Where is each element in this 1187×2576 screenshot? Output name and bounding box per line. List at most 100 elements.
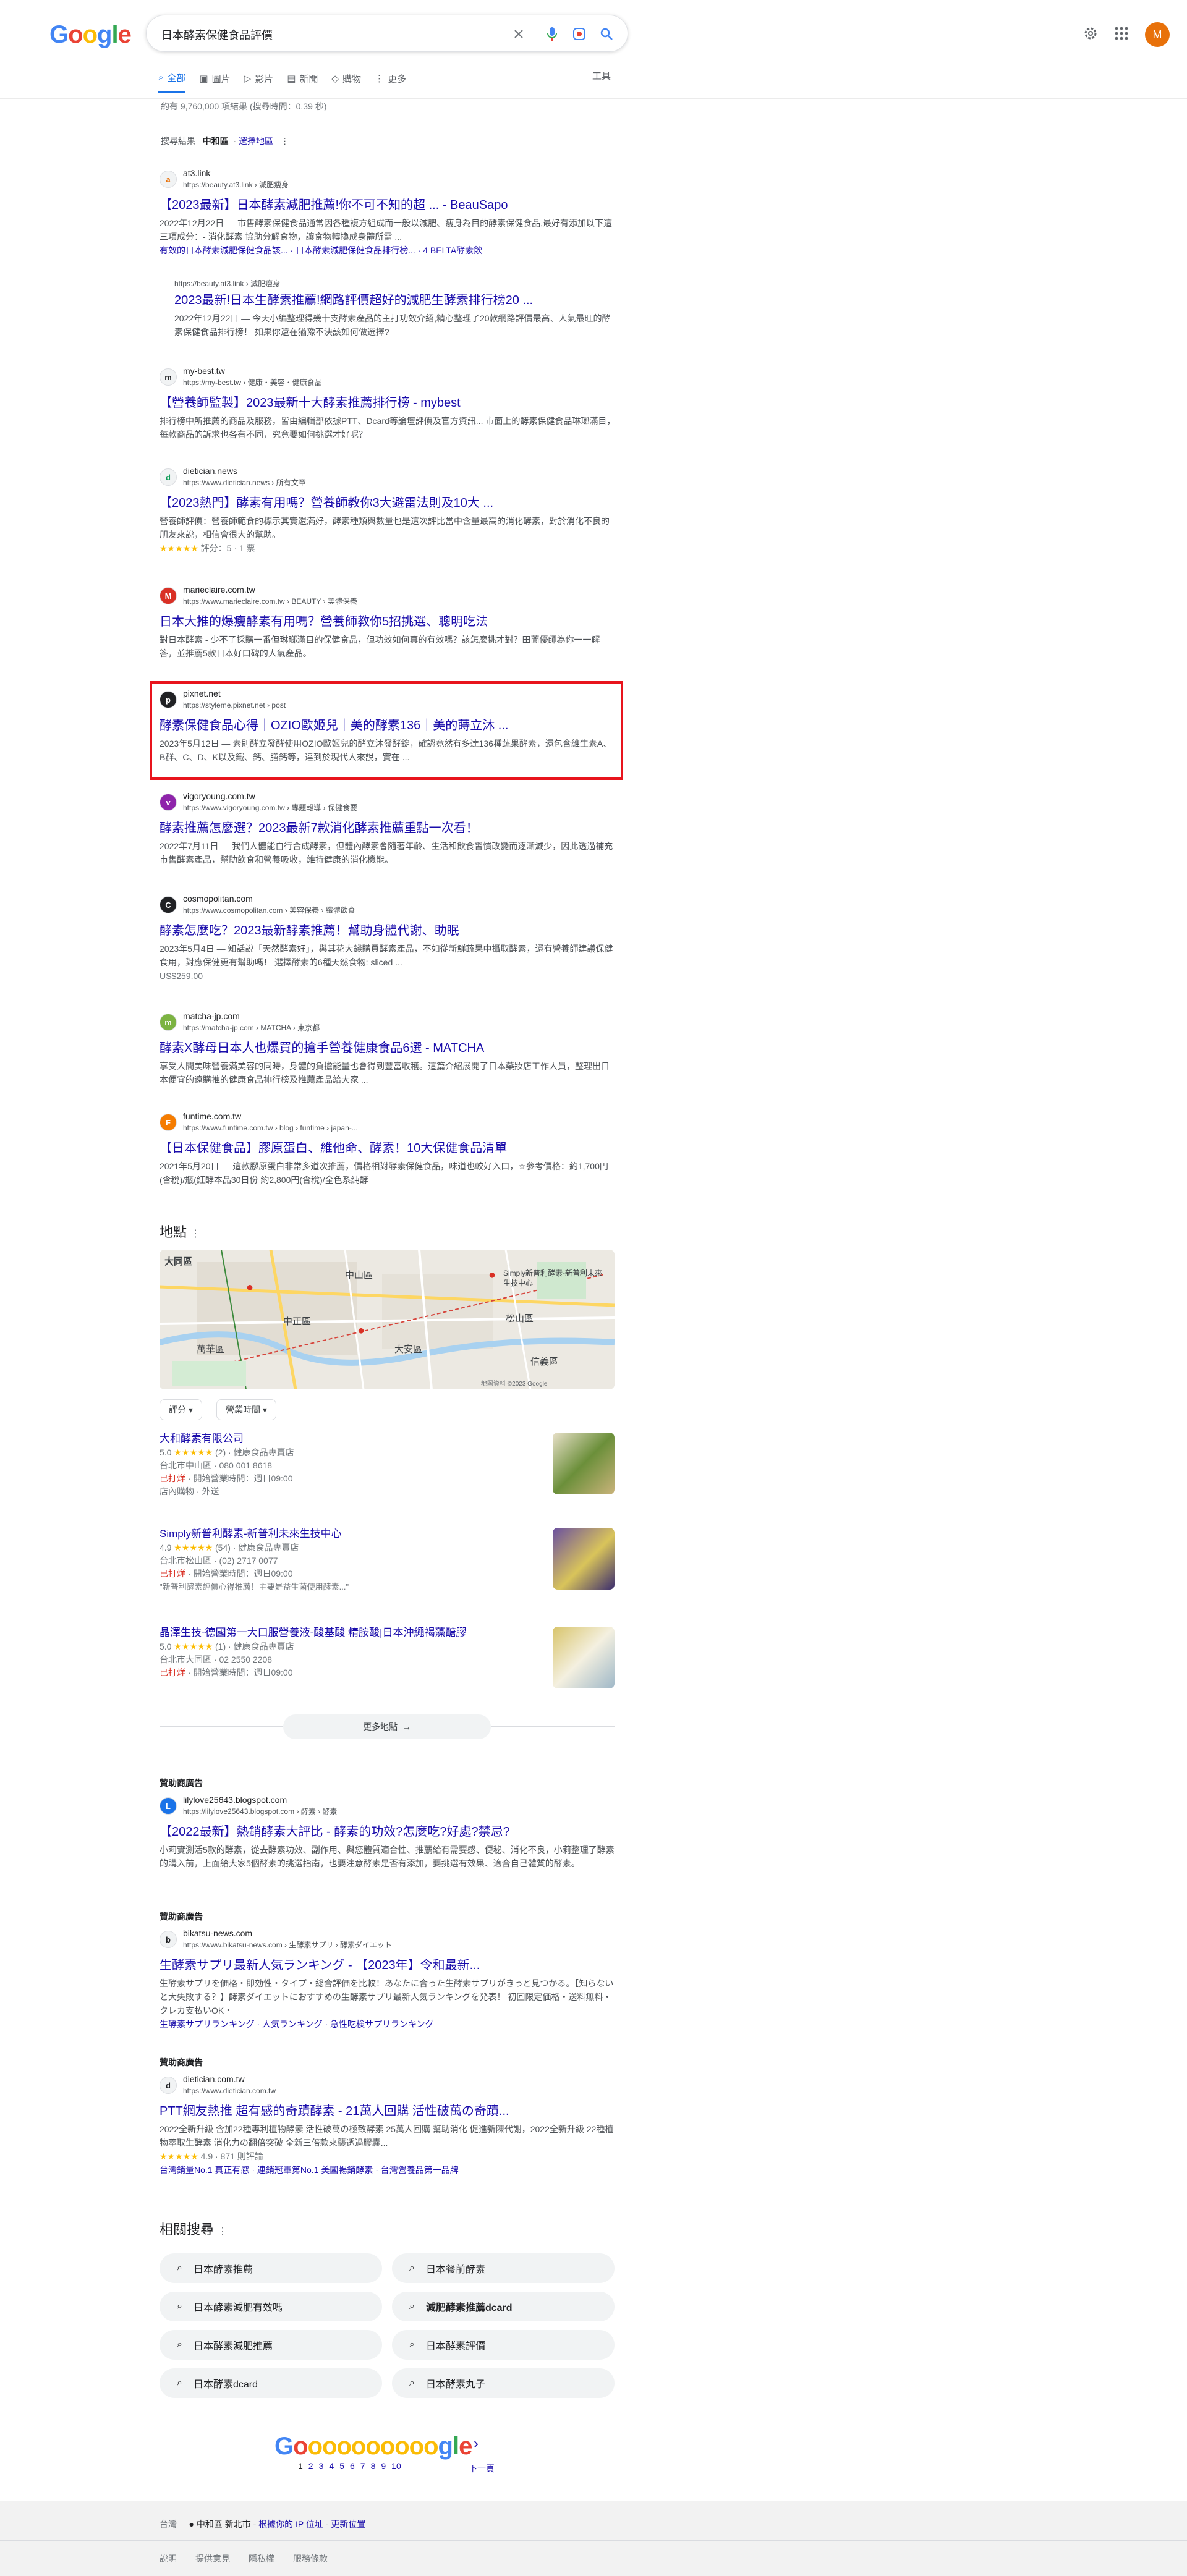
gear-icon[interactable] — [1082, 25, 1099, 42]
tab-more[interactable]: ⋮ 更多 — [375, 68, 406, 93]
more-vert-icon[interactable]: ⋮ — [281, 136, 289, 146]
related-search-chip[interactable]: ⌕ 日本酵素丸子 — [392, 2368, 615, 2398]
place-name[interactable]: 大和酵素有限公司 — [160, 1431, 615, 1446]
map-pin-icon[interactable]: ● — [488, 1268, 496, 1282]
avatar[interactable]: M — [1145, 22, 1170, 47]
related-search-chip[interactable]: ⌕ 減肥酵素推薦dcard — [392, 2292, 615, 2321]
related-search-chip[interactable]: ⌕ 日本酵素dcard — [160, 2368, 382, 2398]
more-vert-icon[interactable]: ⋮ — [190, 1229, 200, 1239]
result-url[interactable]: https://beauty.at3.link › 減肥瘦身 — [174, 278, 617, 289]
site-favicon: F — [160, 1114, 177, 1131]
result-title-link[interactable]: 酵素X酵母日本人也爆買的搶手營養健康食品6選 - MATCHA — [160, 1040, 617, 1057]
result-title-link[interactable]: 【2023熱門】酵素有用嗎？營養師教你3大避雷法則及10大 ... — [160, 494, 617, 512]
result-title-link[interactable]: 【日本保健食品】膠原蛋白、維他命、酵素！10大保健食品清單 — [160, 1140, 617, 1157]
places-map[interactable]: 大同區 中山區 松山區 萬華區 中正區 大安區 信義區 ● ● ● Simply… — [160, 1250, 615, 1389]
result-title-link[interactable]: 2023最新!日本生酵素推薦!網路評價超好的減肥生酵素排行榜20 ... — [174, 292, 617, 309]
footer-link-privacy[interactable]: 隱私權 — [249, 2553, 274, 2565]
place-photo[interactable] — [553, 1433, 615, 1494]
result-url[interactable]: https://beauty.at3.link › 減肥瘦身 — [183, 179, 289, 190]
result-sitelinks[interactable]: 台灣銷量No.1 真正有感 · 連銷冠軍第No.1 美國暢銷酵素 · 台灣營養品… — [160, 2163, 617, 2177]
place-item[interactable]: Simply新普利酵素-新普利未來生技中心 4.9 ★★★★★ (54) · 健… — [160, 1527, 615, 1595]
result-title-link[interactable]: 酵素保健食品心得｜OZIO歐姬兒｜美的酵素136｜美的蒔立沐 ... — [160, 717, 617, 734]
google-logo[interactable]: Google — [49, 21, 132, 49]
page-link[interactable]: 9 — [381, 2461, 386, 2471]
result-title-link[interactable]: 日本大推的爆瘦酵素有用嗎？營養師教你5招挑選、聰明吃法 — [160, 613, 617, 630]
place-name[interactable]: Simply新普利酵素-新普利未來生技中心 — [160, 1527, 615, 1541]
search-input[interactable]: 日本酵素保健食品評價 — [161, 27, 273, 43]
page-link[interactable]: 4 — [329, 2461, 334, 2471]
clear-icon[interactable] — [510, 25, 527, 43]
map-pin-icon[interactable]: ● — [357, 1324, 365, 1338]
footer-link-help[interactable]: 說明 — [160, 2553, 177, 2565]
footer-link-terms[interactable]: 服務條款 — [293, 2553, 328, 2565]
page-link[interactable]: 6 — [350, 2461, 355, 2471]
review-count: (1) — [215, 1642, 226, 1651]
result-title-link[interactable]: 生酵素サプリ最新人気ランキング - 【2023年】令和最新... — [160, 1957, 617, 1974]
place-name[interactable]: 晶澤生技-德國第一大口服營養液-酸基酸 精胺酸|日本沖繩褐藻醣膠 — [160, 1625, 615, 1640]
site-favicon: m — [160, 1014, 177, 1031]
related-search-chip[interactable]: ⌕ 日本酵素評價 — [392, 2330, 615, 2360]
update-location-link[interactable]: 更新位置 — [331, 2519, 365, 2529]
location-dot-icon: ● — [189, 2519, 194, 2529]
choose-region-link[interactable]: 選擇地區 — [239, 136, 273, 146]
result-url[interactable]: https://www.bikatsu-news.com › 生酵素サプリ › … — [183, 1939, 392, 1951]
filter-rating-chip[interactable]: 評分 ▾ — [160, 1399, 202, 1420]
result-title-link[interactable]: 【營養師監製】2023最新十大酵素推薦排行榜 - mybest — [160, 394, 617, 412]
tab-shopping[interactable]: ◇ 購物 — [331, 68, 361, 93]
related-search-chip[interactable]: ⌕ 日本酵素減肥有效嗎 — [160, 2292, 382, 2321]
related-search-chip[interactable]: ⌕ 日本餐前酵素 — [392, 2253, 615, 2283]
result-title-link[interactable]: 【2022最新】熱銷酵素大評比 - 酵素的功效?怎麼吃?好處?禁忌? — [160, 1823, 617, 1841]
more-vert-icon[interactable]: ⋮ — [218, 2226, 228, 2237]
chevron-right-icon[interactable]: › — [474, 2435, 479, 2452]
search-icon[interactable] — [598, 25, 615, 43]
place-photo[interactable] — [553, 1627, 615, 1688]
result-url[interactable]: https://matcha-jp.com › MATCHA › 東京都 — [183, 1022, 320, 1033]
result-title-link[interactable]: PTT網友熱推 超有感的奇蹟酵素 - 21萬人回購 活性破萬の奇蹟... — [160, 2103, 617, 2120]
result-sitelinks[interactable]: 生酵素サプリランキング · 人気ランキング · 急性吃検サプリランキング — [160, 2017, 617, 2031]
result-url[interactable]: https://www.dietician.news › 所有文章 — [183, 477, 306, 488]
map-pin-icon[interactable]: ● — [246, 1281, 253, 1295]
result-url[interactable]: https://styleme.pixnet.net › post — [183, 700, 286, 711]
tab-images[interactable]: ▣ 圖片 — [199, 68, 230, 93]
result-url[interactable]: https://www.cosmopolitan.com › 美容保養 › 纖體… — [183, 905, 355, 916]
page-link[interactable]: 10 — [391, 2461, 401, 2471]
place-item[interactable]: 大和酵素有限公司 5.0 ★★★★★ (2) · 健康食品專賣店 台北市中山區 … — [160, 1431, 615, 1499]
search-box[interactable]: 日本酵素保健食品評價 — [146, 15, 628, 52]
apps-grid-icon[interactable] — [1113, 25, 1130, 42]
tab-all[interactable]: ⌕ 全部 — [158, 68, 186, 93]
filter-hours-chip[interactable]: 營業時間 ▾ — [216, 1399, 276, 1420]
more-places-button[interactable]: 更多地點 → — [283, 1714, 491, 1739]
related-search-chip[interactable]: ⌕ 日本酵素減肥推薦 — [160, 2330, 382, 2360]
ip-location-link[interactable]: 根據你的 IP 位址 — [258, 2519, 323, 2529]
page-link[interactable]: 5 — [339, 2461, 344, 2471]
result-url[interactable]: https://www.dietician.com.tw — [183, 2085, 276, 2096]
footer-link-feedback[interactable]: 提供意見 — [195, 2553, 230, 2565]
tab-label: 購物 — [342, 74, 361, 85]
result-sitelinks[interactable]: 有效的日本酵素減肥保健食品該... · 日本酵素減肥保健食品排行榜... · 4… — [160, 244, 617, 257]
result-url[interactable]: https://lilylove25643.blogspot.com › 酵素 … — [183, 1806, 337, 1817]
place-item[interactable]: 晶澤生技-德國第一大口服營養液-酸基酸 精胺酸|日本沖繩褐藻醣膠 5.0 ★★★… — [160, 1625, 615, 1693]
lens-icon[interactable] — [571, 25, 588, 43]
result-title-link[interactable]: 【2023最新】日本酵素減肥推薦!你不可不知的超 ... - BeauSapo — [160, 197, 617, 214]
page-link[interactable]: 3 — [319, 2461, 324, 2471]
tab-videos[interactable]: ▷ 影片 — [244, 68, 274, 93]
result-url[interactable]: https://my-best.tw › 健康・美容・健康食品 — [183, 377, 322, 388]
tab-news[interactable]: ▤ 新聞 — [287, 68, 318, 93]
result-url[interactable]: https://www.marieclaire.com.tw › BEAUTY … — [183, 596, 357, 607]
result-title-link[interactable]: 酵素怎麼吃？2023最新酵素推薦！幫助身體代謝、助眠 — [160, 922, 617, 939]
result-stats: 約有 9,760,000 項結果 (搜尋時間：0.39 秒) — [161, 101, 327, 111]
place-photo[interactable] — [553, 1528, 615, 1590]
divider — [491, 1726, 615, 1727]
tools-button[interactable]: 工具 — [592, 69, 611, 82]
result-url[interactable]: https://www.funtime.com.tw › blog › funt… — [183, 1122, 358, 1133]
page-link[interactable]: 7 — [360, 2461, 365, 2471]
tag-icon: ◇ — [331, 74, 339, 84]
microphone-icon[interactable] — [543, 25, 561, 43]
result-url[interactable]: https://www.vigoryoung.com.tw › 專題報導 › 保… — [183, 802, 357, 813]
page-link[interactable]: 8 — [371, 2461, 376, 2471]
logo-letter: o — [380, 2433, 395, 2460]
related-search-chip[interactable]: ⌕ 日本酵素推薦 — [160, 2253, 382, 2283]
result-title-link[interactable]: 酵素推薦怎麼選？2023最新7款消化酵素推薦重點一次看！ — [160, 820, 617, 837]
next-page-link[interactable]: 下一頁 — [469, 2462, 495, 2475]
page-link[interactable]: 2 — [308, 2461, 313, 2471]
